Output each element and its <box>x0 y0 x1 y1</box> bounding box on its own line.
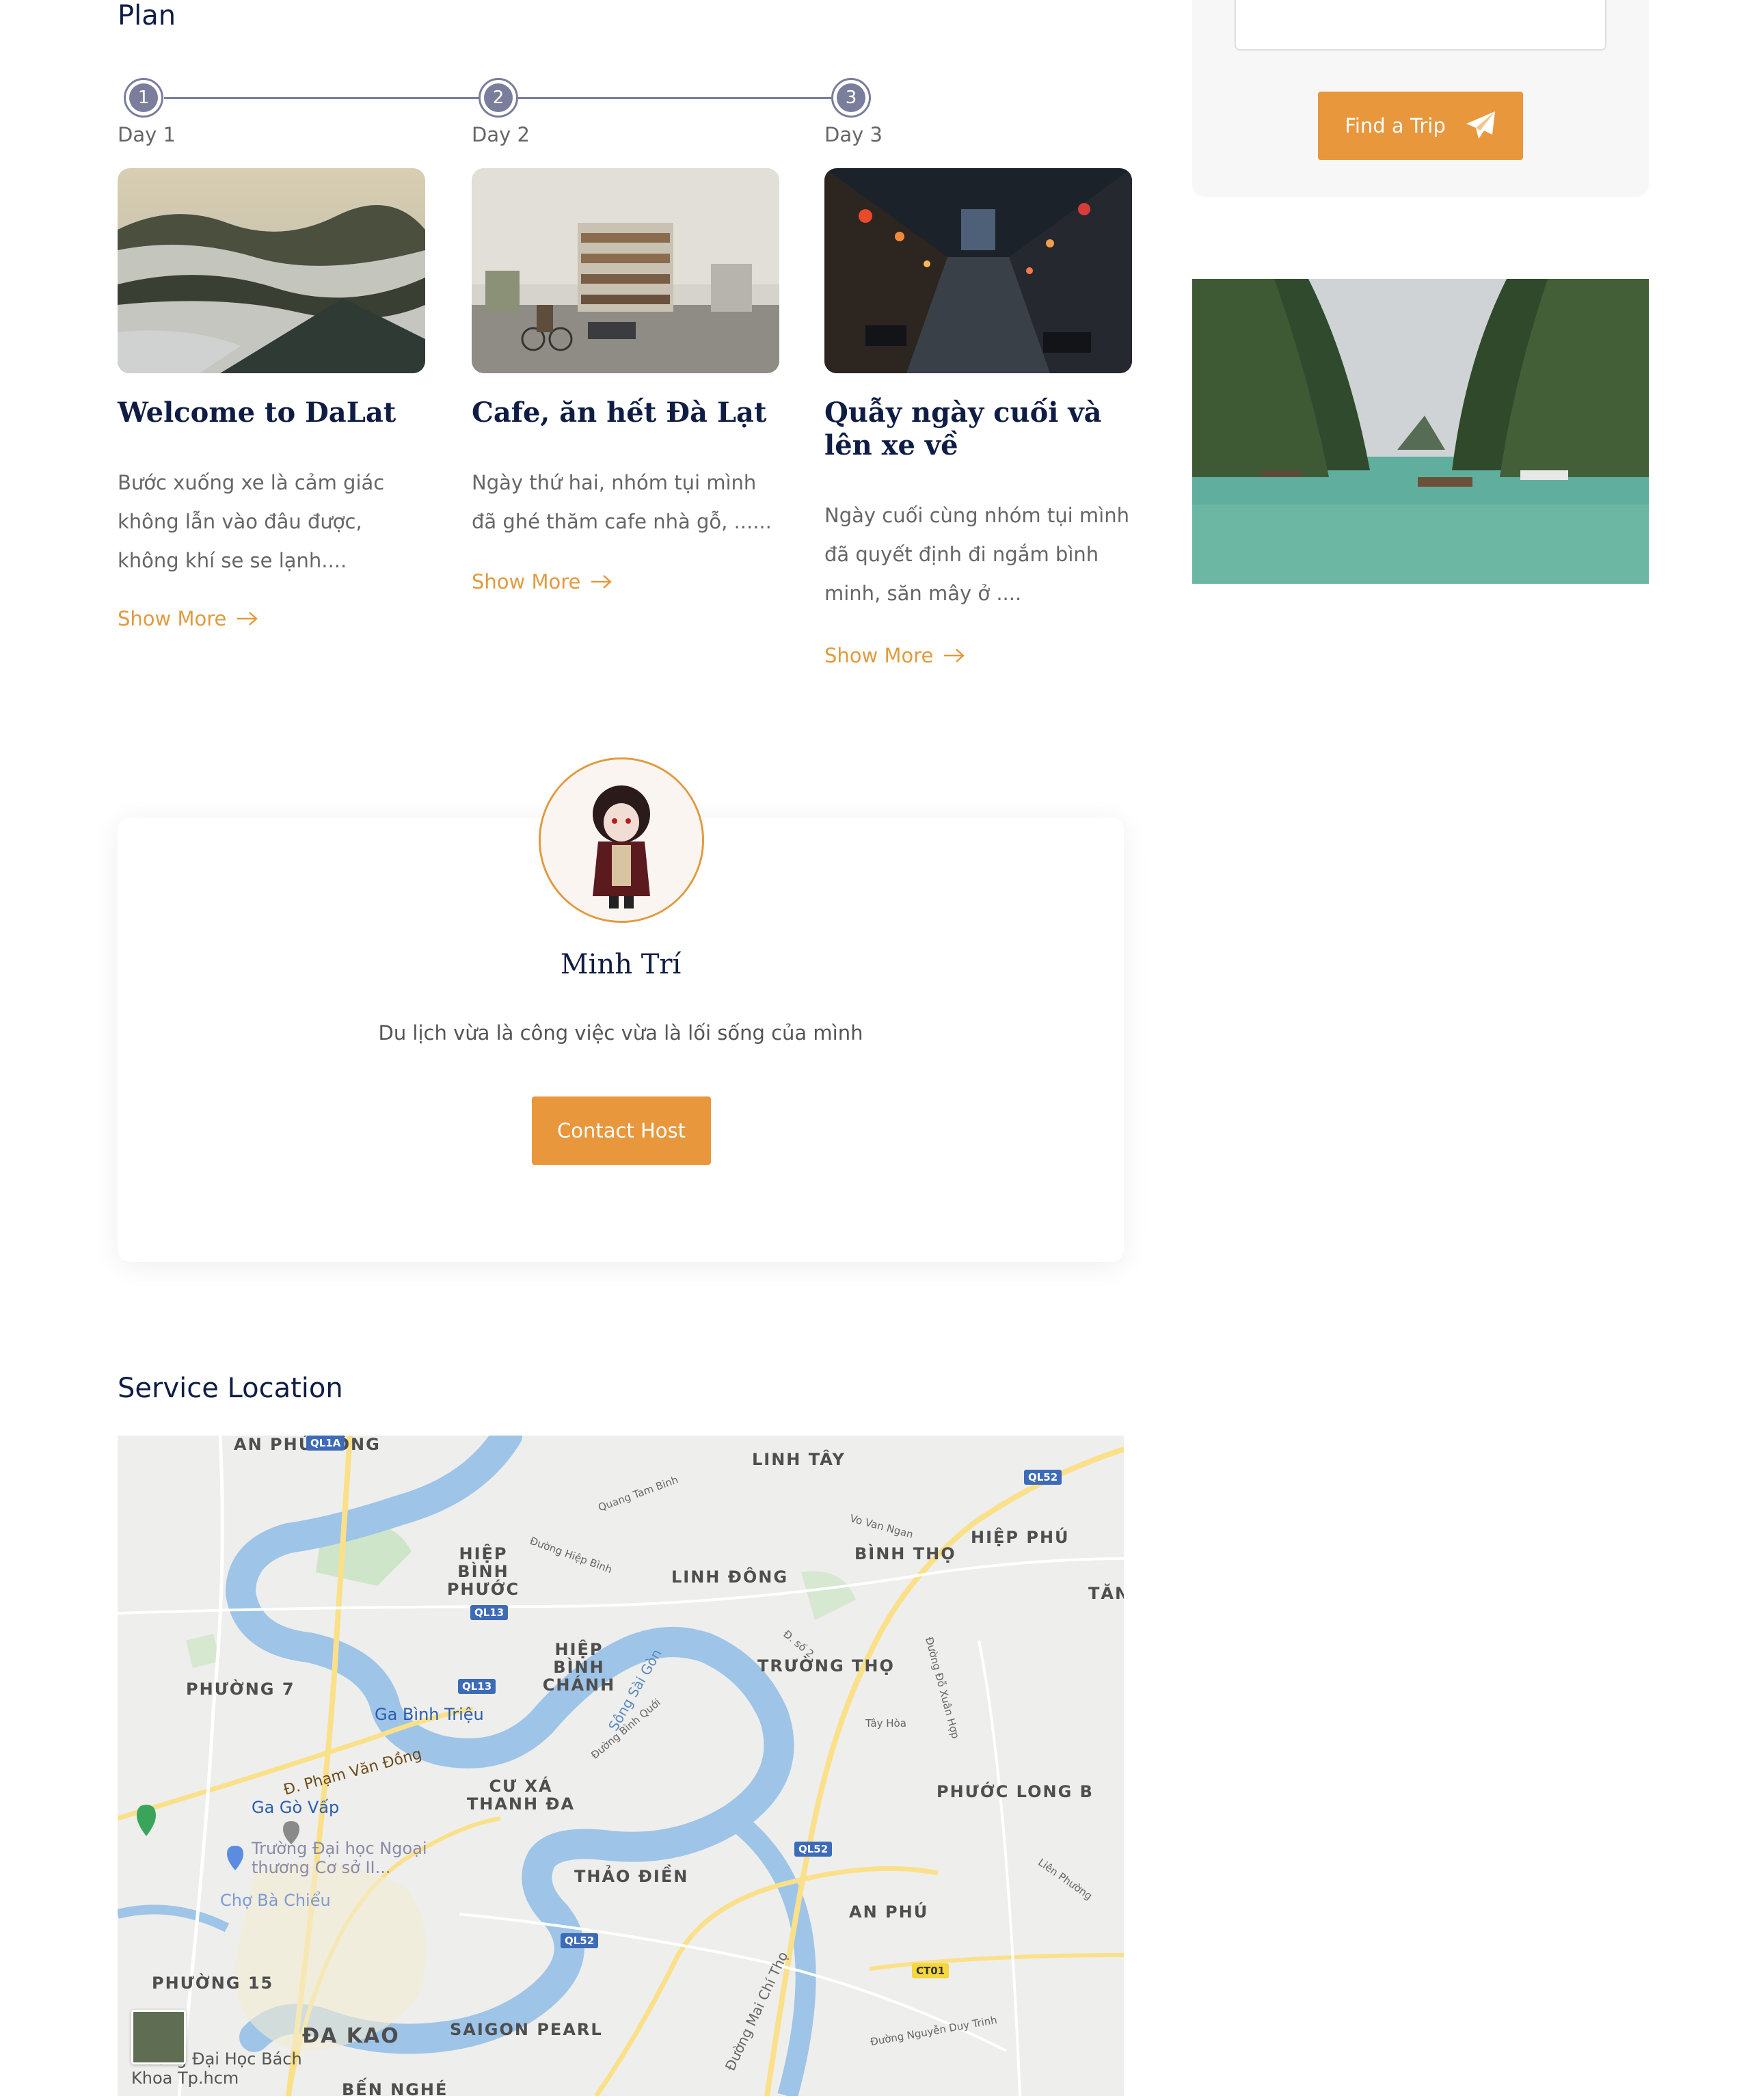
map-road-shield: QL52 <box>794 1842 833 1857</box>
service-location-title: Service Location <box>118 1373 343 1404</box>
day-label: Day 2 <box>472 123 530 146</box>
map-district-label: THẢO ĐIỀN <box>574 1867 689 1886</box>
map-station-label: Ga Bình Triệu <box>375 1705 484 1724</box>
map-station-label: Ga Gò Vấp <box>252 1798 340 1817</box>
plan-title: Plan <box>118 0 176 31</box>
satellite-toggle[interactable] <box>131 2010 186 2064</box>
map-district-label: LINH ĐÔNG <box>671 1567 789 1587</box>
day-3-show-more-link[interactable]: Show More <box>824 644 966 667</box>
day-1-show-more-link[interactable]: Show More <box>118 607 259 630</box>
find-trip-button[interactable]: Find a Trip <box>1318 92 1523 160</box>
map-street-label: Tây Hòa <box>865 1717 906 1729</box>
map-district-label: ĐA KAO <box>302 2024 400 2048</box>
day-marker: 3 <box>831 78 871 118</box>
map-district-label: LINH TÂY <box>752 1450 846 1469</box>
timeline-line <box>164 97 479 99</box>
day-2-description: Ngày thứ hai, nhóm tụi mình đã ghé thăm … <box>472 471 772 533</box>
day-3-description: Ngày cuối cùng nhóm tụi mình đã quyết đị… <box>824 504 1129 605</box>
timeline-line <box>518 97 831 99</box>
day-2-image[interactable] <box>472 168 779 373</box>
day-label: Day 1 <box>118 123 176 146</box>
map-poi-label: Trường Đại học Ngoại thương Cơ sở II... <box>252 1839 427 1877</box>
map-district-label: PHƯỜNG 15 <box>152 1974 274 1993</box>
map-district-label: BÌNH THỌ <box>854 1544 956 1563</box>
day-1-description: Bước xuống xe là cảm giác không lẫn vào … <box>118 471 385 572</box>
map-district-label: BẾN NGHÉ <box>342 2080 448 2096</box>
sidebar-photo <box>1192 279 1649 584</box>
map-district-label: TĂN <box>1088 1584 1124 1603</box>
map-road-shield: QL52 <box>1024 1470 1062 1485</box>
day-1-image[interactable] <box>118 168 425 373</box>
map-road-shield: QL1A <box>306 1436 345 1451</box>
map-district-label: TRƯỜNG THỌ <box>757 1656 895 1675</box>
map-district-label: HIỆP PHÚ <box>971 1528 1070 1547</box>
host-avatar[interactable] <box>539 757 704 923</box>
arrow-right-icon <box>237 612 258 625</box>
host-name: Minh Trí <box>560 949 682 980</box>
trip-search-panel: Find a Trip <box>1192 0 1649 197</box>
contact-host-button[interactable]: Contact Host <box>532 1096 711 1165</box>
map-road-shield: CT01 <box>912 1963 950 1978</box>
service-location-map[interactable]: AN PHÚ ĐÔNG LINH TÂY HIỆP PHÚ HIỆP BÌNH … <box>118 1436 1124 2096</box>
map-district-label: CƯ XÁ THANH ĐA <box>466 1777 576 1814</box>
map-poi-label: Chợ Bà Chiểu <box>220 1891 331 1910</box>
map-district-label: HIỆP BÌNH CHÁNH <box>542 1640 616 1695</box>
arrow-right-icon <box>944 649 965 662</box>
map-district-label: HIỆP BÌNH PHƯỚC <box>446 1544 520 1599</box>
map-district-label: PHƯỚC LONG B <box>937 1782 1094 1801</box>
day-2-title[interactable]: Cafe, ăn hết Đà Lạt <box>472 396 786 429</box>
paper-plane-icon <box>1466 111 1495 139</box>
day-label: Day 3 <box>824 123 883 146</box>
map-district-label: PHƯỜNG 7 <box>186 1680 295 1699</box>
map-district-label: AN PHÚ <box>849 1902 929 1922</box>
day-3-image[interactable] <box>824 168 1132 373</box>
day-marker: 2 <box>479 78 518 118</box>
host-bio: Du lịch vừa là công việc vừa là lối sống… <box>378 1021 863 1045</box>
map-road-shield: QL13 <box>458 1679 496 1694</box>
map-road-shield: QL13 <box>470 1605 509 1620</box>
map-road-shield: QL52 <box>561 1933 599 1948</box>
message-textarea[interactable] <box>1235 0 1606 51</box>
day-2-show-more-link[interactable]: Show More <box>472 570 613 593</box>
day-3-title[interactable]: Quẫy ngày cuối và lên xe về <box>824 396 1139 462</box>
day-marker: 1 <box>124 78 163 118</box>
arrow-right-icon <box>591 575 612 589</box>
map-district-label: SAIGON PEARL <box>450 2020 603 2039</box>
day-1-title[interactable]: Welcome to DaLat <box>118 396 432 429</box>
